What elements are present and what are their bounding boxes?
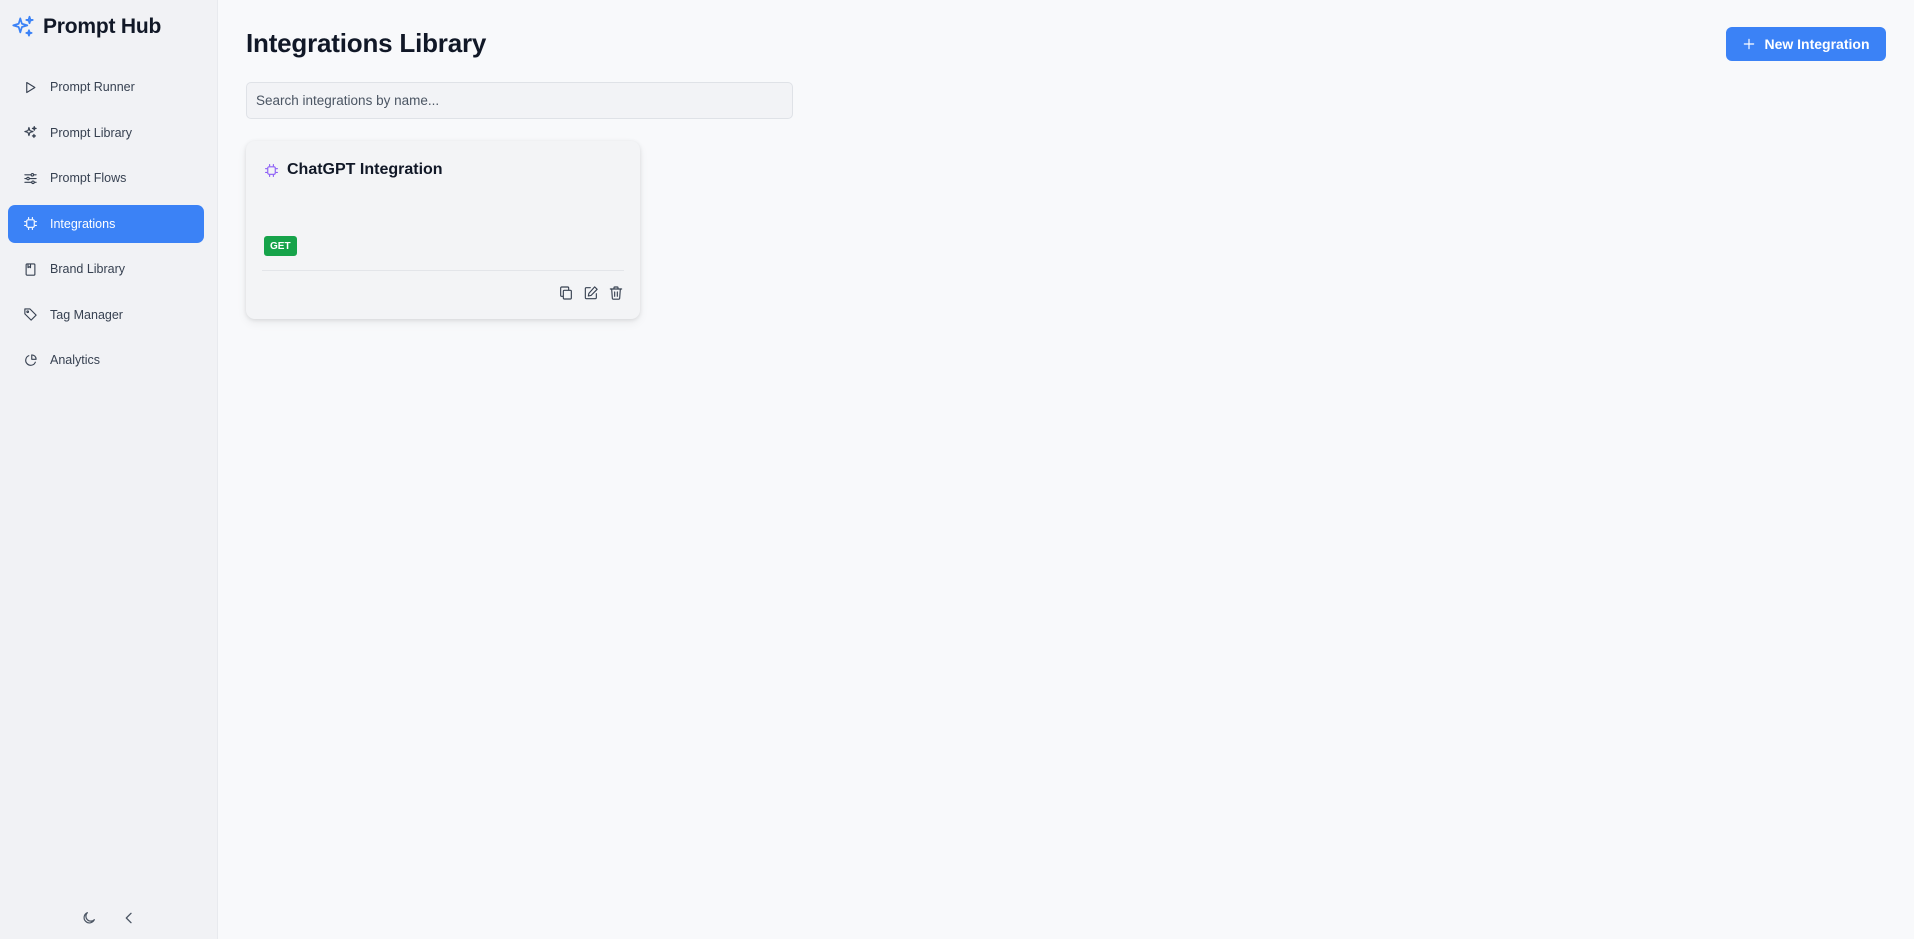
page-title: Integrations Library <box>246 28 487 58</box>
sidebar-item-label: Brand Library <box>50 262 126 276</box>
copy-button[interactable] <box>558 285 574 301</box>
chip-icon <box>24 217 37 230</box>
new-integration-button[interactable]: New Integration <box>1726 27 1886 61</box>
theme-toggle-button[interactable] <box>80 909 98 927</box>
moon-icon <box>83 912 95 924</box>
sidebar-item-label: Prompt Runner <box>50 80 135 94</box>
chevron-left-icon <box>125 912 132 924</box>
collapse-sidebar-button[interactable] <box>120 909 138 927</box>
pie-chart-icon <box>25 353 37 366</box>
app-title: Prompt Hub <box>43 15 162 38</box>
new-integration-label: New Integration <box>1764 36 1870 52</box>
sidebar-footer <box>0 909 218 927</box>
integration-card[interactable]: ChatGPT Integration GET <box>246 141 640 319</box>
sidebar-item-label: Prompt Library <box>50 125 132 140</box>
trash-icon <box>609 286 623 300</box>
sliders-icon <box>24 172 37 184</box>
card-divider <box>262 270 624 271</box>
sidebar-nav: Prompt Runner Prompt Library Prompt Flow… <box>8 68 204 387</box>
sidebar-item-integrations[interactable]: Integrations <box>8 204 204 243</box>
sidebar-item-label: Prompt Flows <box>50 171 127 185</box>
sidebar-item-label: Analytics <box>50 353 101 367</box>
sparkles-icon <box>12 15 34 37</box>
card-actions <box>558 285 624 301</box>
search-input[interactable] <box>246 82 793 119</box>
sidebar-item-analytics[interactable]: Analytics <box>8 341 204 379</box>
brand[interactable]: Prompt Hub <box>10 14 161 40</box>
edit-button[interactable] <box>583 285 599 301</box>
sidebar-item-prompt-flows[interactable]: Prompt Flows <box>8 159 204 197</box>
edit-icon <box>584 286 598 300</box>
tag-icon <box>24 308 37 321</box>
sidebar-item-label: Integrations <box>50 216 116 231</box>
sidebar-item-prompt-library[interactable]: Prompt Library <box>8 114 204 152</box>
book-icon <box>25 262 36 276</box>
play-icon <box>26 81 36 93</box>
sparkles-icon <box>24 126 37 139</box>
sidebar-item-prompt-runner[interactable]: Prompt Runner <box>8 68 204 106</box>
chip-icon <box>265 163 278 177</box>
sidebar-item-label: Tag Manager <box>50 307 123 322</box>
integration-card-header: ChatGPT Integration <box>264 161 443 179</box>
method-badge: GET <box>264 236 297 256</box>
sidebar-item-tag-manager[interactable]: Tag Manager <box>8 296 204 334</box>
delete-button[interactable] <box>608 285 624 301</box>
sidebar-item-brand-library[interactable]: Brand Library <box>8 250 204 288</box>
sidebar: Prompt Hub Prompt Runner Prompt Library … <box>0 0 218 939</box>
integration-name: ChatGPT Integration <box>287 161 443 178</box>
plus-icon <box>1744 38 1755 50</box>
copy-icon <box>560 286 572 300</box>
